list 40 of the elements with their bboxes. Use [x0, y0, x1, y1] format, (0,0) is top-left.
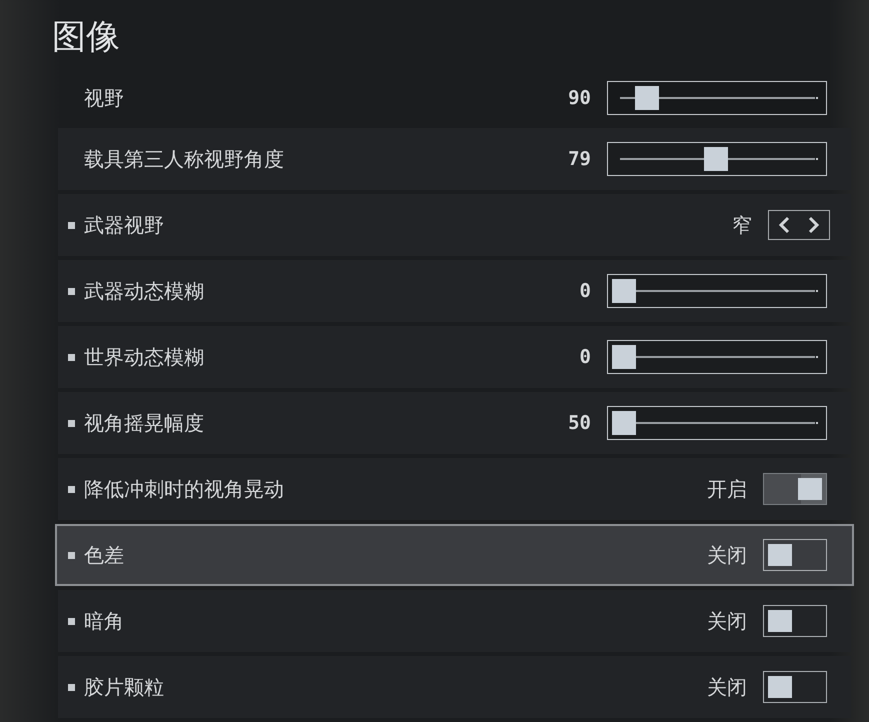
toggle-state: 关闭 [707, 608, 747, 634]
setting-label: 视角摇晃幅度 [84, 410, 205, 436]
toggle-state: 关闭 [707, 542, 747, 568]
slider-thumb[interactable] [612, 411, 636, 435]
setting-value: 0 [580, 346, 591, 368]
slider-thumb[interactable] [612, 345, 636, 369]
toggle-state: 关闭 [707, 674, 747, 700]
setting-label: 世界动态模糊 [84, 344, 205, 370]
setting-value: 79 [568, 148, 591, 170]
setting-label: 胶片颗粒 [84, 674, 165, 700]
toggle-switch[interactable] [763, 473, 827, 505]
option-selector[interactable] [768, 210, 830, 240]
setting-value: 0 [580, 280, 591, 302]
setting-label: 降低冲刺时的视角晃动 [84, 476, 285, 502]
slider[interactable] [607, 81, 827, 115]
slider-thumb[interactable] [704, 147, 728, 171]
option-value: 窄 [732, 212, 752, 238]
toggle-switch[interactable] [763, 671, 827, 703]
slider[interactable] [607, 274, 827, 308]
setting-row[interactable]: 色差 关闭 [55, 524, 854, 586]
setting-label: 色差 [84, 542, 125, 568]
setting-label: 暗角 [84, 608, 125, 634]
slider-thumb[interactable] [612, 279, 636, 303]
toggle-state: 开启 [707, 476, 747, 502]
setting-label: 载具第三人称视野角度 [84, 146, 285, 172]
setting-row[interactable]: 视野 90 [58, 76, 851, 120]
setting-value: 50 [568, 412, 591, 434]
slider[interactable] [607, 142, 827, 176]
page-title: 图像 [52, 16, 120, 59]
next-icon[interactable] [806, 214, 822, 236]
setting-value: 90 [568, 87, 591, 109]
toggle-switch[interactable] [763, 605, 827, 637]
slider[interactable] [607, 406, 827, 440]
setting-label: 武器视野 [84, 212, 165, 238]
previous-icon[interactable] [776, 214, 792, 236]
setting-label: 武器动态模糊 [84, 278, 205, 304]
slider-thumb[interactable] [634, 86, 659, 110]
slider[interactable] [607, 340, 827, 374]
setting-label: 视野 [84, 84, 125, 112]
toggle-switch[interactable] [763, 539, 827, 571]
